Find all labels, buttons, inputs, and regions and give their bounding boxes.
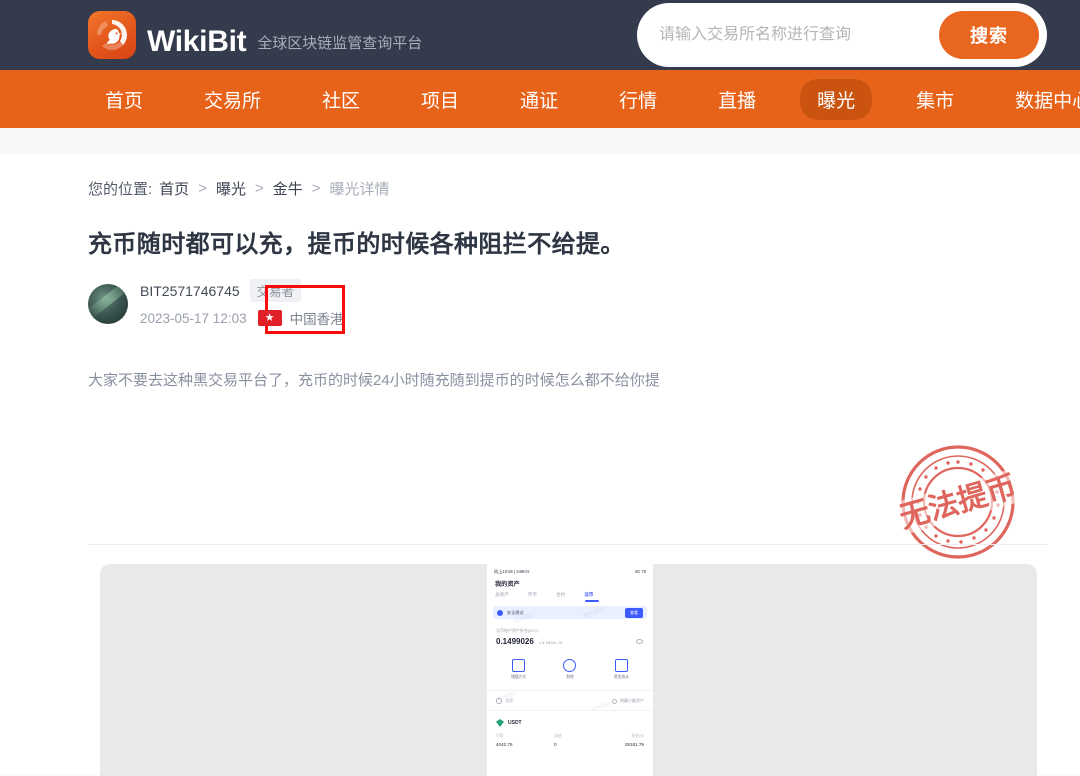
breadcrumb-separator-3: > <box>311 179 321 197</box>
nav-item-markets[interactable]: 行情 <box>602 79 674 120</box>
search-button[interactable]: 搜索 <box>939 11 1039 59</box>
phone-action-deposit[interactable]: 储值方式 <box>497 659 541 680</box>
author-row: BIT2571746745 交易者 <box>140 279 344 302</box>
phone-hide-small-toggle[interactable]: 隐藏小额资产 <box>612 698 644 704</box>
phone-val-frozen: 0 <box>554 742 557 747</box>
phone-col-available: 可用 <box>496 734 504 738</box>
site-header: WikiBit 全球区块链监管查询平台 搜索 <box>0 0 1080 70</box>
phone-tab-fiat[interactable]: 法币 <box>584 592 600 602</box>
breadcrumb-item-home[interactable]: 首页 <box>159 178 189 199</box>
phone-tab-spot[interactable]: 币币 <box>528 592 537 598</box>
phone-search-field[interactable]: 搜索 <box>496 698 514 704</box>
hong-kong-flag-icon: ★ <box>257 310 282 326</box>
phone-asset-tabs: 总资产 币币 合约 法币 <box>487 592 653 602</box>
phone-coin-row[interactable]: USDT 可用 冻结 折合(¥) 4042.76 0 28181.79 <box>487 711 653 747</box>
phone-val-value: 28181.79 <box>624 742 644 747</box>
phone-balance-cny: ≈ ¥ 28181.79 <box>539 640 563 645</box>
brand-logo-group[interactable]: WikiBit 全球区块链监管查询平台 <box>88 11 422 59</box>
breadcrumb-separator-2: > <box>254 179 264 197</box>
date-region-row: 2023-05-17 12:03 ★ 中国香港 <box>140 308 344 328</box>
nav-item-live[interactable]: 直播 <box>701 79 773 120</box>
phone-col-frozen: 冻结 <box>554 734 562 738</box>
phone-status-bar: 网上10:56 | 349K/s 4G 78 <box>487 564 653 578</box>
breadcrumb: 您的位置: 首页 > 曝光 > 金牛 > 曝光详情 <box>0 154 1080 202</box>
phone-action-records-label: 资金流水 <box>613 675 629 679</box>
nav-item-market-place[interactable]: 集市 <box>899 79 971 120</box>
phone-coin-header: USDT <box>496 719 644 727</box>
content-spacer <box>0 128 1080 154</box>
breadcrumb-item-detail: 曝光详情 <box>329 180 390 198</box>
phone-notice-banner: 安全建议 查看 <box>493 606 647 619</box>
article-page: 您的位置: 首页 > 曝光 > 金牛 > 曝光详情 充币随时都可以充，提币的时候… <box>0 154 1080 776</box>
author-region: 中国香港 <box>289 312 344 327</box>
post-date: 2023-05-17 12:03 <box>140 310 247 326</box>
phone-balance-btc: 0.1499026 <box>496 637 534 646</box>
phone-hide-small-label: 隐藏小额资产 <box>620 698 644 703</box>
phone-screenshot: 网上10:56 | 349K/s 4G 78 我的资产 总资产 币币 合约 法币… <box>487 564 653 776</box>
breadcrumb-item-exposure[interactable]: 曝光 <box>216 178 246 199</box>
checkbox-icon <box>612 698 617 704</box>
eagle-logo-icon[interactable] <box>88 11 136 59</box>
nav-item-tokens[interactable]: 通证 <box>503 79 575 120</box>
author-meta-text: BIT2571746745 交易者 2023-05-17 12:03 ★ 中国香… <box>140 279 344 328</box>
card-icon <box>512 659 526 672</box>
phone-val-available: 4042.76 <box>496 742 513 747</box>
phone-col-value: 折合(¥) <box>631 734 644 738</box>
brand-tagline: 全球区块链监管查询平台 <box>257 35 423 52</box>
status-left: 网上10:56 | 349K/s <box>494 569 530 574</box>
page-title: 充币随时都可以充，提币的时候各种阻拦不给提。 <box>88 231 625 258</box>
phone-notice-button[interactable]: 查看 <box>625 607 643 618</box>
phone-coin-values: 4042.76 0 28181.79 <box>496 742 644 747</box>
nav-item-projects[interactable]: 项目 <box>404 79 476 120</box>
usdt-icon <box>496 719 504 727</box>
flag-star-glyph: ★ <box>264 311 275 324</box>
phone-action-records[interactable]: 资金流水 <box>599 659 643 680</box>
phone-coin-columns: 可用 冻结 折合(¥) <box>496 734 644 739</box>
attachment-image[interactable]: 网上10:56 | 349K/s 4G 78 我的资产 总资产 币币 合约 法币… <box>100 564 1037 776</box>
stamp-text: 无法提币 <box>896 470 1020 535</box>
status-right: 4G 78 <box>634 569 646 574</box>
brand-name: WikiBit <box>147 25 247 58</box>
records-icon <box>614 659 628 672</box>
phone-balance-value: 0.1499026 ≈ ¥ 28181.79 <box>496 637 644 646</box>
article-body: 大家不要去这种黑交易平台了，充币的时候24小时随充随到提币的时候怎么都不给你提 <box>88 372 660 389</box>
phone-action-transfer-label: 划转 <box>566 675 574 679</box>
phone-tab-total[interactable]: 总资产 <box>495 592 509 598</box>
phone-tab-contract[interactable]: 合约 <box>556 592 565 598</box>
nav-item-community[interactable]: 社区 <box>305 79 377 120</box>
search-input[interactable] <box>659 26 939 44</box>
phone-search-placeholder: 搜索 <box>505 698 514 703</box>
nav-item-home[interactable]: 首页 <box>88 79 160 120</box>
transfer-icon <box>563 659 577 672</box>
breadcrumb-prefix: 您的位置: <box>88 180 153 198</box>
phone-heading: 我的资产 <box>495 581 520 588</box>
phone-notice-text: 安全建议 <box>507 609 524 615</box>
search-icon <box>496 698 502 704</box>
phone-balance-card: 法币账户资产折合(BTC) 0.1499026 ≈ ¥ 28181.79 <box>487 619 653 646</box>
phone-action-row: 储值方式 划转 资金流水 <box>487 659 653 691</box>
author-username[interactable]: BIT2571746745 <box>140 283 240 299</box>
phone-balance-label: 法币账户资产折合(BTC) <box>496 628 539 633</box>
breadcrumb-item-jinniu[interactable]: 金牛 <box>273 178 303 199</box>
eye-toggle-icon[interactable] <box>636 639 643 644</box>
nav-item-exposure[interactable]: 曝光 <box>800 78 873 120</box>
author-meta: BIT2571746745 交易者 2023-05-17 12:03 ★ 中国香… <box>88 279 1080 328</box>
main-navigation: 首页 交易所 社区 项目 通证 行情 直播 曝光 集市 数据中心 实勘 <box>0 70 1080 128</box>
phone-action-transfer[interactable]: 划转 <box>548 659 592 680</box>
search-bar: 搜索 <box>637 3 1047 67</box>
phone-search-row: 搜索 隐藏小额资产 <box>487 691 653 711</box>
author-role-badge: 交易者 <box>249 279 302 302</box>
section-divider <box>88 544 1048 545</box>
phone-coin-symbol: USDT <box>508 720 522 726</box>
avatar[interactable] <box>88 283 128 324</box>
nav-item-data-center[interactable]: 数据中心 <box>998 79 1080 120</box>
info-icon <box>497 609 503 616</box>
phone-action-deposit-label: 储值方式 <box>511 675 527 679</box>
breadcrumb-separator-1: > <box>198 179 207 197</box>
nav-item-exchanges[interactable]: 交易所 <box>187 79 278 120</box>
